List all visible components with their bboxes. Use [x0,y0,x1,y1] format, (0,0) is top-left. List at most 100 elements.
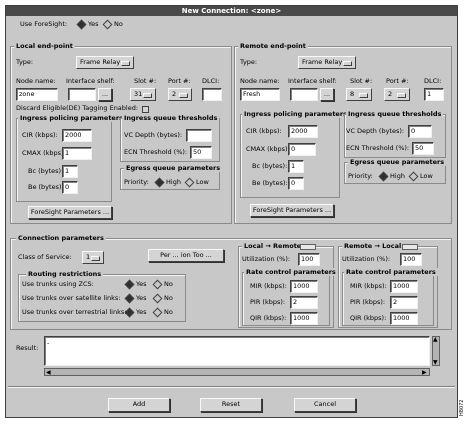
local-node-label: Node name: [16,77,56,85]
r2l-utilization-field[interactable]: 100 [400,253,422,266]
discard-eligible-checkbox[interactable] [140,105,149,113]
local-port-select[interactable]: 2 [168,88,192,101]
satellite-no-label: No [164,294,173,302]
l2r-pir-field[interactable]: 2 [290,296,318,309]
local-be-field[interactable]: 0 [62,181,78,194]
local-dlci-field[interactable] [202,88,222,101]
r2l-qir-field[interactable]: 1000 [390,312,418,325]
remote-slot-select[interactable]: 8 [346,88,372,101]
connection-parameters-title: Connection parameters [16,234,106,242]
remote-dlci-field[interactable]: 1 [424,88,444,101]
local-node-browse-button[interactable]: ... [98,88,112,101]
class-of-service-label: Class of Service: [18,253,72,261]
remote-type-value: Frame Relay [302,58,343,66]
local-vc-depth-field[interactable] [186,129,212,142]
remote-endpoint-title: Remote end-point [238,42,308,50]
remote-priority-low-radio[interactable]: Low [408,171,433,181]
local-priority-low-radio[interactable]: Low [184,177,209,187]
local-ecn-field[interactable]: 50 [190,146,212,159]
satellite-yes-radio[interactable]: Yes [124,293,147,303]
remote-priority-low-label: Low [420,172,433,180]
remote-port-label: Port #: [386,77,409,85]
remote-policing-title: Ingress policing parameters [242,110,349,118]
remote-node-browse-button[interactable]: ... [320,88,334,101]
window-title: New Connection: <zone> [6,6,457,16]
foresight-no-label: No [114,20,123,28]
remote-be-field[interactable]: 0 [288,177,304,190]
scroll-down-arrow-icon[interactable]: ▼ [433,359,438,366]
local-cmax-field[interactable]: 1 [62,147,92,160]
zcs-label: Use trunks using ZCS: [22,280,94,288]
result-horizontal-scrollbar[interactable]: ◀ ▶ [44,368,430,376]
option-menu-icon [91,256,100,261]
remote-type-select[interactable]: Frame Relay [298,56,356,69]
radio-icon [102,19,113,29]
class-of-service-select[interactable]: 1 [82,251,104,264]
local-node-field[interactable]: zone [16,88,58,101]
local-type-value: Frame Relay [80,58,121,66]
r2l-rate-control-title: Rate control parameters [344,268,438,276]
local-foresight-parameters-button[interactable]: ForeSight Parameters ... [28,206,112,219]
local-cir-field[interactable]: 2000 [62,129,92,142]
option-menu-icon [179,93,188,98]
local-shelf-field[interactable] [68,88,96,101]
radio-icon [408,171,419,181]
l2r-utilization-field[interactable]: 100 [298,253,320,266]
r2l-mir-label: MIR (kbps): [350,282,387,290]
option-menu-icon [359,93,368,98]
remote-node-label: Node name: [240,77,280,85]
foresight-yes-radio[interactable]: Yes [76,19,99,29]
add-button[interactable]: Add [108,398,170,412]
remote-port-select[interactable]: 2 [384,88,410,101]
r2l-pir-field[interactable]: 2 [390,296,418,309]
scroll-up-arrow-icon[interactable]: ▲ [433,336,438,343]
remote-cmax-field[interactable]: 0 [288,143,316,156]
remote-cmax-label: CMAX (kbps): [246,145,290,153]
local-priority-high-radio[interactable]: High [154,177,181,187]
local-bc-field[interactable]: 1 [62,165,78,178]
cancel-button[interactable]: Cancel [294,398,356,412]
button-separator [8,386,455,388]
foresight-no-radio[interactable]: No [102,19,123,29]
result-text-area[interactable]: - [44,336,430,366]
local-be-label: Be (bytes): [28,183,64,191]
option-menu-icon [121,61,130,66]
r2l-mir-field[interactable]: 1000 [390,280,418,293]
local-type-label: Type: [16,58,34,66]
terrestrial-no-radio[interactable]: No [152,307,173,317]
radio-selected-icon [124,307,135,317]
remote-queue-title: Ingress queue thresholds [346,110,444,118]
remote-shelf-field[interactable] [290,88,318,101]
remote-vc-depth-field[interactable]: 0 [408,125,432,138]
remote-priority-high-label: High [390,172,405,180]
remote-node-field[interactable]: Fresh [240,88,280,101]
terrestrial-yes-label: Yes [136,308,147,316]
terrestrial-yes-radio[interactable]: Yes [124,307,147,317]
zcs-no-radio[interactable]: No [152,279,173,289]
radio-selected-icon [378,171,389,181]
local-dlci-label: DLCI: [202,77,220,85]
reset-button[interactable]: Reset [200,398,262,412]
remote-bc-field[interactable]: 1 [288,160,304,173]
zcs-yes-radio[interactable]: Yes [124,279,147,289]
local-slot-select[interactable]: 31 [130,88,156,101]
remote-cir-field[interactable]: 2000 [288,125,318,138]
scroll-right-arrow-icon[interactable]: ▶ [422,369,427,376]
radio-icon [152,293,163,303]
satellite-no-radio[interactable]: No [152,293,173,303]
pattern-tool-button[interactable]: Per ... ion Too ... [148,249,224,262]
remote-dlci-label: DLCI: [424,77,442,85]
local-type-select[interactable]: Frame Relay [76,56,134,69]
radio-icon [184,177,195,187]
remote-foresight-parameters-button[interactable]: ForeSight Parameters ... [250,204,334,217]
r2l-pir-label: PIR (kbps): [350,298,386,306]
remote-priority-high-radio[interactable]: High [378,171,405,181]
remote-ecn-field[interactable]: 50 [412,142,434,155]
local-to-remote-indicator-icon [300,244,316,250]
l2r-mir-field[interactable]: 1000 [290,280,318,293]
result-vertical-scrollbar[interactable]: ▲ ▼ [432,336,440,366]
l2r-qir-field[interactable]: 1000 [290,312,318,325]
remote-vc-depth-label: VC Depth (bytes): [346,127,405,135]
scroll-left-arrow-icon[interactable]: ◀ [46,369,51,376]
satellite-yes-label: Yes [136,294,147,302]
